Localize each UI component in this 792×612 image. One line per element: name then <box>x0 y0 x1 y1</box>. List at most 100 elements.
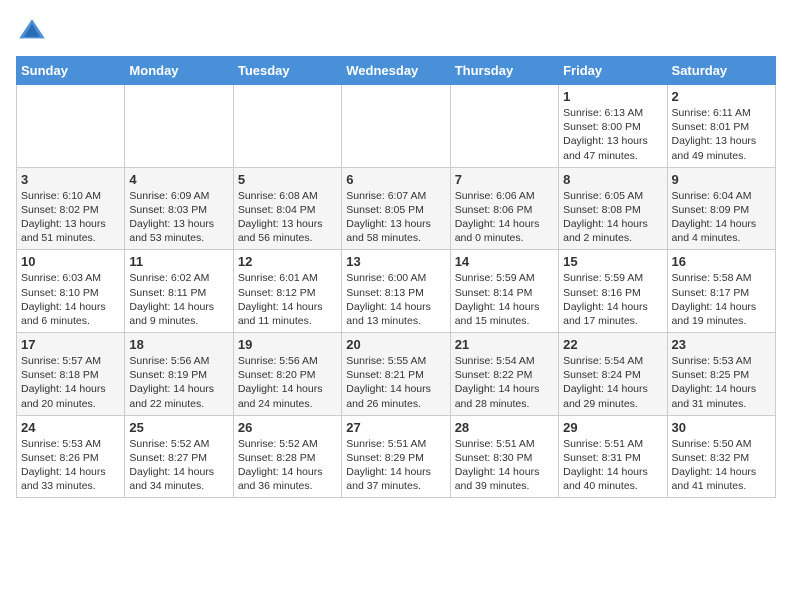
calendar-body: 1 Sunrise: 6:13 AMSunset: 8:00 PMDaylight… <box>17 85 776 498</box>
day-info: Sunrise: 5:58 AMSunset: 8:17 PMDaylight:… <box>672 271 771 328</box>
header-day-sunday: Sunday <box>17 57 125 85</box>
calendar-week-4: 17Sunrise: 5:57 AMSunset: 8:18 PMDayligh… <box>17 333 776 416</box>
day-info: Sunrise: 6:11 AMSunset: 8:01 PMDaylight:… <box>672 106 771 163</box>
calendar-table: SundayMondayTuesdayWednesdayThursdayFrid… <box>16 56 776 498</box>
calendar-cell <box>342 85 450 168</box>
day-number: 14 <box>455 254 554 269</box>
calendar-cell: 20 Sunrise: 5:55 AMSunset: 8:21 PMDayligh… <box>342 333 450 416</box>
calendar-cell: 16 Sunrise: 5:58 AMSunset: 8:17 PMDayligh… <box>667 250 775 333</box>
calendar-cell: 15 Sunrise: 5:59 AMSunset: 8:16 PMDayligh… <box>559 250 667 333</box>
day-number: 15 <box>563 254 662 269</box>
day-info: Sunrise: 5:52 AMSunset: 8:27 PMDaylight:… <box>129 437 228 494</box>
day-info: Sunrise: 6:10 AMSunset: 8:02 PMDaylight:… <box>21 189 120 246</box>
calendar-cell: 22 Sunrise: 5:54 AMSunset: 8:24 PMDayligh… <box>559 333 667 416</box>
day-info: Sunrise: 6:00 AMSunset: 8:13 PMDaylight:… <box>346 271 445 328</box>
day-number: 10 <box>21 254 120 269</box>
calendar-cell: 8Sunrise: 6:05 AMSunset: 8:08 PMDaylight… <box>559 167 667 250</box>
day-number: 9 <box>672 172 771 187</box>
calendar-cell: 13Sunrise: 6:00 AMSunset: 8:13 PMDayligh… <box>342 250 450 333</box>
day-info: Sunrise: 5:51 AMSunset: 8:29 PMDaylight:… <box>346 437 445 494</box>
calendar-cell: 27 Sunrise: 5:51 AMSunset: 8:29 PMDayligh… <box>342 415 450 498</box>
calendar-cell: 21 Sunrise: 5:54 AMSunset: 8:22 PMDayligh… <box>450 333 558 416</box>
day-info: Sunrise: 5:56 AMSunset: 8:19 PMDaylight:… <box>129 354 228 411</box>
day-number: 8 <box>563 172 662 187</box>
day-info: Sunrise: 5:54 AMSunset: 8:24 PMDaylight:… <box>563 354 662 411</box>
day-number: 26 <box>238 420 337 435</box>
day-number: 5 <box>238 172 337 187</box>
day-info: Sunrise: 6:08 AMSunset: 8:04 PMDaylight:… <box>238 189 337 246</box>
calendar-cell: 11Sunrise: 6:02 AMSunset: 8:11 PMDayligh… <box>125 250 233 333</box>
logo <box>16 16 52 48</box>
header-row: SundayMondayTuesdayWednesdayThursdayFrid… <box>17 57 776 85</box>
day-info: Sunrise: 6:09 AMSunset: 8:03 PMDaylight:… <box>129 189 228 246</box>
day-number: 29 <box>563 420 662 435</box>
day-info: Sunrise: 5:55 AMSunset: 8:21 PMDaylight:… <box>346 354 445 411</box>
day-info: Sunrise: 5:53 AMSunset: 8:26 PMDaylight:… <box>21 437 120 494</box>
day-number: 23 <box>672 337 771 352</box>
calendar-cell: 7 Sunrise: 6:06 AMSunset: 8:06 PMDaylight… <box>450 167 558 250</box>
day-number: 22 <box>563 337 662 352</box>
calendar-week-2: 3 Sunrise: 6:10 AMSunset: 8:02 PMDaylight… <box>17 167 776 250</box>
day-info: Sunrise: 5:50 AMSunset: 8:32 PMDaylight:… <box>672 437 771 494</box>
day-info: Sunrise: 5:53 AMSunset: 8:25 PMDaylight:… <box>672 354 771 411</box>
calendar-cell: 24 Sunrise: 5:53 AMSunset: 8:26 PMDayligh… <box>17 415 125 498</box>
calendar-cell: 3 Sunrise: 6:10 AMSunset: 8:02 PMDaylight… <box>17 167 125 250</box>
calendar-cell <box>450 85 558 168</box>
day-info: Sunrise: 5:51 AMSunset: 8:31 PMDaylight:… <box>563 437 662 494</box>
day-number: 16 <box>672 254 771 269</box>
day-number: 7 <box>455 172 554 187</box>
page-header <box>16 16 776 48</box>
calendar-cell <box>17 85 125 168</box>
header-day-monday: Monday <box>125 57 233 85</box>
calendar-cell: 23 Sunrise: 5:53 AMSunset: 8:25 PMDayligh… <box>667 333 775 416</box>
calendar-week-1: 1 Sunrise: 6:13 AMSunset: 8:00 PMDaylight… <box>17 85 776 168</box>
day-info: Sunrise: 6:04 AMSunset: 8:09 PMDaylight:… <box>672 189 771 246</box>
day-number: 27 <box>346 420 445 435</box>
day-number: 12 <box>238 254 337 269</box>
day-info: Sunrise: 6:07 AMSunset: 8:05 PMDaylight:… <box>346 189 445 246</box>
day-info: Sunrise: 5:56 AMSunset: 8:20 PMDaylight:… <box>238 354 337 411</box>
calendar-cell <box>233 85 341 168</box>
calendar-cell <box>125 85 233 168</box>
calendar-cell: 1 Sunrise: 6:13 AMSunset: 8:00 PMDaylight… <box>559 85 667 168</box>
day-number: 30 <box>672 420 771 435</box>
day-info: Sunrise: 6:01 AMSunset: 8:12 PMDaylight:… <box>238 271 337 328</box>
day-info: Sunrise: 6:06 AMSunset: 8:06 PMDaylight:… <box>455 189 554 246</box>
day-number: 6 <box>346 172 445 187</box>
calendar-cell: 5 Sunrise: 6:08 AMSunset: 8:04 PMDaylight… <box>233 167 341 250</box>
calendar-cell: 18 Sunrise: 5:56 AMSunset: 8:19 PMDayligh… <box>125 333 233 416</box>
calendar-week-3: 10 Sunrise: 6:03 AMSunset: 8:10 PMDayligh… <box>17 250 776 333</box>
day-info: Sunrise: 5:59 AMSunset: 8:16 PMDaylight:… <box>563 271 662 328</box>
day-number: 21 <box>455 337 554 352</box>
calendar-cell: 6 Sunrise: 6:07 AMSunset: 8:05 PMDaylight… <box>342 167 450 250</box>
day-info: Sunrise: 5:54 AMSunset: 8:22 PMDaylight:… <box>455 354 554 411</box>
day-info: Sunrise: 5:52 AMSunset: 8:28 PMDaylight:… <box>238 437 337 494</box>
header-day-tuesday: Tuesday <box>233 57 341 85</box>
day-number: 4 <box>129 172 228 187</box>
calendar-cell: 25 Sunrise: 5:52 AMSunset: 8:27 PMDayligh… <box>125 415 233 498</box>
day-number: 20 <box>346 337 445 352</box>
day-info: Sunrise: 6:03 AMSunset: 8:10 PMDaylight:… <box>21 271 120 328</box>
day-number: 24 <box>21 420 120 435</box>
day-info: Sunrise: 5:51 AMSunset: 8:30 PMDaylight:… <box>455 437 554 494</box>
day-number: 2 <box>672 89 771 104</box>
day-number: 1 <box>563 89 662 104</box>
day-info: Sunrise: 5:59 AMSunset: 8:14 PMDaylight:… <box>455 271 554 328</box>
header-day-friday: Friday <box>559 57 667 85</box>
calendar-cell: 4 Sunrise: 6:09 AMSunset: 8:03 PMDaylight… <box>125 167 233 250</box>
calendar-cell: 17Sunrise: 5:57 AMSunset: 8:18 PMDayligh… <box>17 333 125 416</box>
calendar-header: SundayMondayTuesdayWednesdayThursdayFrid… <box>17 57 776 85</box>
day-number: 19 <box>238 337 337 352</box>
day-number: 3 <box>21 172 120 187</box>
day-number: 28 <box>455 420 554 435</box>
calendar-cell: 2 Sunrise: 6:11 AMSunset: 8:01 PMDaylight… <box>667 85 775 168</box>
day-number: 25 <box>129 420 228 435</box>
header-day-saturday: Saturday <box>667 57 775 85</box>
calendar-week-5: 24 Sunrise: 5:53 AMSunset: 8:26 PMDayligh… <box>17 415 776 498</box>
day-number: 17 <box>21 337 120 352</box>
day-info: Sunrise: 6:02 AMSunset: 8:11 PMDaylight:… <box>129 271 228 328</box>
calendar-cell: 14 Sunrise: 5:59 AMSunset: 8:14 PMDayligh… <box>450 250 558 333</box>
day-number: 18 <box>129 337 228 352</box>
day-info: Sunrise: 6:13 AMSunset: 8:00 PMDaylight:… <box>563 106 662 163</box>
calendar-cell: 19 Sunrise: 5:56 AMSunset: 8:20 PMDayligh… <box>233 333 341 416</box>
